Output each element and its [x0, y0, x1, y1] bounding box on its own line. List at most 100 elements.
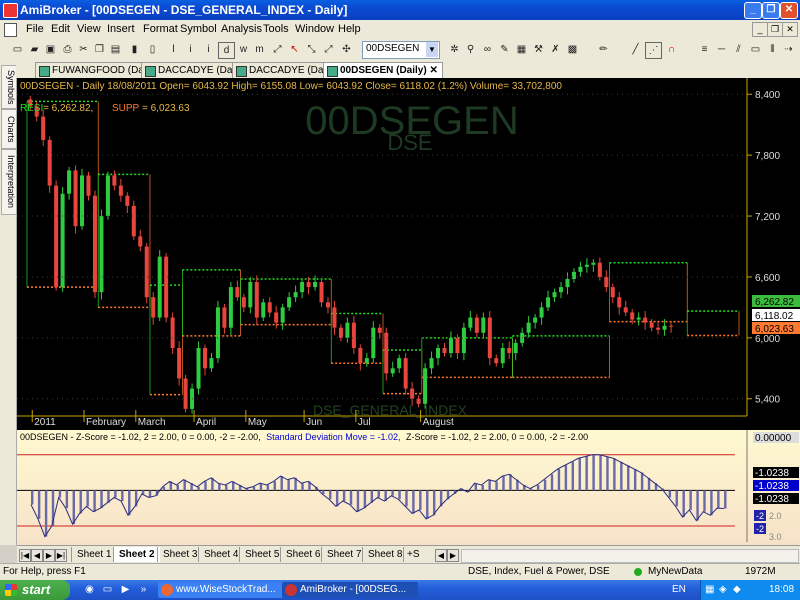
pencil-icon[interactable]: ✏: [596, 42, 611, 57]
horizontal-scrollbar[interactable]: [461, 549, 799, 563]
month-label: Jul: [358, 417, 371, 428]
volume-icon[interactable]: ◈: [719, 584, 727, 595]
paste-icon[interactable]: ▤: [108, 42, 123, 57]
sheet-tab[interactable]: Sheet 6: [280, 547, 325, 562]
chart-icon[interactable]: ▦: [514, 42, 529, 57]
pointer-icon[interactable]: ↖: [287, 42, 302, 57]
weekly-interval-icon[interactable]: w: [236, 42, 251, 57]
taskbar-item[interactable]: www.WiseStockTrad...: [158, 582, 294, 598]
menu-view[interactable]: View: [77, 23, 101, 35]
sheet-scroll-right[interactable]: ▶: [447, 549, 459, 562]
interval-tool-icon[interactable]: i: [183, 42, 198, 57]
fibonacci-icon[interactable]: ≡: [697, 42, 712, 57]
doc-tab-active[interactable]: 00DSEGEN (Daily) ✕: [323, 62, 443, 79]
daily-tool-icon[interactable]: i: [201, 42, 216, 57]
cycles-icon[interactable]: ⦀: [765, 42, 780, 57]
candle-body: [183, 378, 188, 409]
new-icon[interactable]: ▭: [10, 42, 25, 57]
candlestick-icon[interactable]: ▯: [145, 42, 160, 57]
language-indicator[interactable]: EN: [672, 584, 686, 595]
menu-analysis[interactable]: Analysis: [221, 23, 262, 35]
channel-icon[interactable]: ⫽: [731, 42, 746, 57]
media-quicklaunch-icon[interactable]: ▶: [118, 582, 133, 597]
quicklaunch-expand-icon[interactable]: »: [136, 582, 151, 597]
chevron-down-icon[interactable]: ▼: [426, 42, 438, 57]
price-chart-pane[interactable]: 00DSEGEN DSE DSE_GENERAL_INDEX 00DSEGEN …: [17, 78, 800, 430]
price-chart[interactable]: 00DSEGEN DSE DSE_GENERAL_INDEX 00DSEGEN …: [17, 78, 800, 430]
menu-tools[interactable]: Tools: [263, 23, 289, 35]
taskbar-item-active[interactable]: AmiBroker - [00DSEG...: [282, 582, 418, 598]
delete-icon[interactable]: ✗: [548, 42, 563, 57]
bar-chart-icon[interactable]: ▮: [127, 42, 142, 57]
graph-icon[interactable]: ▩: [565, 42, 580, 57]
candle-body: [448, 337, 453, 354]
prev-sheet-button[interactable]: ◀: [31, 549, 43, 562]
indicator-pane[interactable]: 00DSEGEN - Z-Score = -1.02, 2 = 2.00, 0 …: [17, 430, 800, 545]
sheet-tab[interactable]: Sheet 7: [321, 547, 366, 562]
refresh-icon[interactable]: ✣: [339, 42, 354, 57]
candle-body: [507, 347, 512, 354]
add-sheet-button[interactable]: +S: [403, 547, 423, 562]
sheet-tab[interactable]: Sheet 5: [239, 547, 284, 562]
close-tab-icon[interactable]: ✕: [429, 65, 437, 76]
menu-edit[interactable]: Edit: [51, 23, 70, 35]
tab-charts[interactable]: Charts: [1, 109, 17, 149]
mdi-close-button[interactable]: ✕: [782, 22, 798, 37]
sheet-scroll-left[interactable]: ◀: [435, 549, 447, 562]
desktop-quicklaunch-icon[interactable]: ▭: [100, 582, 115, 597]
sheet-tab-active[interactable]: Sheet 2: [113, 547, 160, 562]
start-button[interactable]: start: [0, 580, 70, 600]
rectangle-icon[interactable]: ▭: [748, 42, 763, 57]
hammer-icon[interactable]: ⚒: [531, 42, 546, 57]
candle-body: [578, 266, 583, 272]
zscore-chart[interactable]: 00DSEGEN - Z-Score = -1.02, 2 = 2.00, 0 …: [17, 430, 800, 545]
sheet-tab[interactable]: Sheet 1: [71, 547, 116, 562]
candle-body: [649, 322, 654, 328]
copy-icon[interactable]: ❐: [92, 42, 107, 57]
find-icon[interactable]: ⚲: [463, 42, 478, 57]
security-icon[interactable]: ◆: [733, 584, 741, 595]
note-icon[interactable]: ✎: [497, 42, 512, 57]
minimize-button[interactable]: _: [744, 2, 762, 19]
first-sheet-button[interactable]: |◀: [19, 549, 31, 562]
tab-symbols[interactable]: Symbols: [1, 65, 17, 109]
menu-window[interactable]: Window: [295, 23, 334, 35]
maximize-button[interactable]: ❐: [762, 2, 780, 19]
sheet-tab[interactable]: Sheet 8: [362, 547, 407, 562]
tab-interpretation[interactable]: Interpretation: [1, 149, 17, 215]
sheet-tab[interactable]: Sheet 3: [157, 547, 202, 562]
month-label: March: [138, 417, 166, 428]
sheet-tab[interactable]: Sheet 4: [198, 547, 243, 562]
horizontal-line-icon[interactable]: ─: [714, 42, 729, 57]
symbol-combo[interactable]: 00DSEGEN ▼: [362, 41, 440, 59]
last-sheet-button[interactable]: ▶|: [55, 549, 67, 562]
daily-interval-icon[interactable]: d: [218, 42, 235, 59]
cut-icon[interactable]: ✂: [76, 42, 91, 57]
line-tool-icon[interactable]: l: [166, 42, 181, 57]
print-icon[interactable]: ⎙: [60, 42, 75, 57]
binoculars-icon[interactable]: ∞: [480, 42, 495, 57]
arrow-icon[interactable]: ⇢: [781, 42, 796, 57]
menu-symbol[interactable]: Symbol: [180, 23, 217, 35]
settings-icon[interactable]: ✲: [447, 42, 462, 57]
menu-file[interactable]: File: [26, 23, 44, 35]
dotted-line-icon[interactable]: ⋰: [645, 42, 662, 59]
trend-line-icon[interactable]: ╱: [628, 42, 643, 57]
close-button[interactable]: ✕: [780, 2, 798, 19]
menu-format[interactable]: Format: [143, 23, 178, 35]
mdi-restore-button[interactable]: ❐: [767, 22, 783, 37]
menu-help[interactable]: Help: [338, 23, 361, 35]
expand-icon[interactable]: ⤢: [270, 42, 285, 57]
app-icon: [3, 3, 18, 18]
network-icon[interactable]: ▦: [705, 584, 714, 595]
open-icon[interactable]: ▰: [27, 42, 42, 57]
magnet-icon[interactable]: ∩: [664, 42, 679, 57]
zoom-in-icon[interactable]: ⤡: [304, 42, 319, 57]
monthly-interval-icon[interactable]: m: [252, 42, 267, 57]
save-icon[interactable]: ▣: [43, 42, 58, 57]
menu-insert[interactable]: Insert: [107, 23, 135, 35]
browser-quicklaunch-icon[interactable]: ◉: [82, 582, 97, 597]
next-sheet-button[interactable]: ▶: [43, 549, 55, 562]
mdi-minimize-button[interactable]: _: [752, 22, 768, 37]
zoom-out-icon[interactable]: ⤢: [321, 42, 336, 57]
